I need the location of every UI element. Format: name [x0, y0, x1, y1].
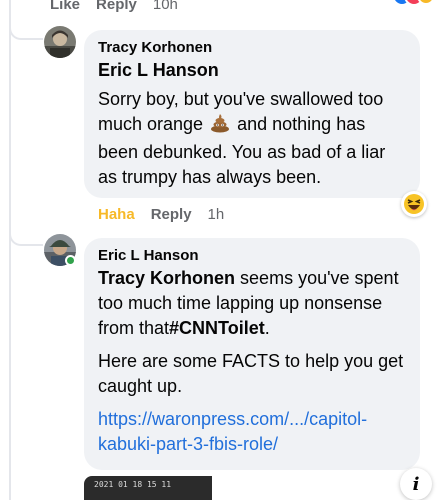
top-action-row: Like Reply 10h — [50, 0, 178, 13]
comment-author[interactable]: Eric L Hanson — [98, 246, 406, 266]
hashtag-link[interactable]: #CNNToilet — [169, 318, 265, 338]
reactions-icon — [392, 0, 435, 8]
thread-line — [9, 0, 11, 500]
avatar[interactable] — [44, 26, 76, 58]
haha-emoji-icon[interactable] — [401, 191, 427, 217]
reply-button[interactable]: Reply — [151, 206, 192, 223]
article-link[interactable]: https://waronpress.com/.../capitol-kabuk… — [98, 407, 406, 457]
like-button[interactable]: Like — [50, 0, 80, 13]
comment-actions: Haha Reply 1h — [98, 206, 224, 223]
comment-text: Sorry boy, but you've swallowed too much… — [98, 87, 406, 190]
timestamp: 10h — [152, 0, 178, 13]
link-preview-image[interactable]: 2021 01 18 15 11 — [84, 476, 212, 500]
thread-branch — [9, 26, 43, 40]
mention-link[interactable]: Tracy Korhonen — [98, 268, 235, 288]
thread-branch — [9, 232, 43, 246]
comment-text: Here are some FACTS to help you get caug… — [98, 351, 404, 396]
timestamp: 1h — [207, 206, 225, 223]
poop-emoji-icon — [210, 113, 230, 140]
comment-bubble: Tracy Korhonen Eric L Hanson Sorry boy, … — [84, 30, 420, 198]
mention-link[interactable]: Eric L Hanson — [98, 58, 406, 83]
preview-timestamp: 2021 01 18 15 11 — [94, 480, 172, 489]
online-status-indicator — [65, 255, 76, 266]
comment-bubble: Eric L Hanson Tracy Korhonen seems you'v… — [84, 238, 420, 470]
haha-button[interactable]: Haha — [98, 206, 135, 223]
comment-author[interactable]: Tracy Korhonen — [98, 38, 406, 58]
reply-button[interactable]: Reply — [96, 0, 137, 13]
comment-text-part: . — [264, 318, 270, 338]
comment-text: Tracy Korhonen seems you've spent too mu… — [98, 266, 406, 341]
info-icon[interactable]: i — [400, 468, 432, 500]
